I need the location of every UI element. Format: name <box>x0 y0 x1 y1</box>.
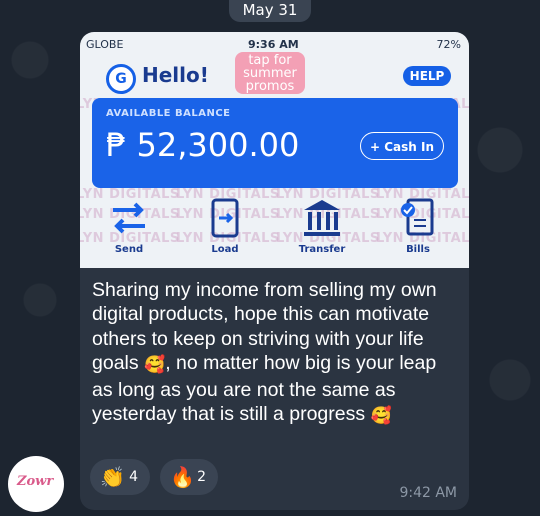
send-icon <box>113 202 145 234</box>
balance-amount: ₱ 52,300.00 <box>106 126 300 164</box>
bills-action: Bills <box>383 196 453 255</box>
balance-label: AVAILABLE BALANCE <box>106 108 231 119</box>
cash-in-button: + Cash In <box>360 132 444 160</box>
send-label: Send <box>114 244 144 255</box>
gcash-logo-icon: G <box>106 64 136 94</box>
message-bubble[interactable]: LYN DIGITALS LYN DIGITALS LYN DIGITALS L… <box>80 32 469 510</box>
date-separator: May 31 <box>229 0 311 22</box>
status-time: 9:36 AM <box>248 38 299 51</box>
bank-icon <box>304 200 340 236</box>
message-timestamp: 9:42 AM <box>399 485 457 501</box>
avatar-logo-text: Zowr <box>17 474 54 489</box>
bills-icon <box>401 198 434 236</box>
reaction-fire[interactable]: 🔥 2 <box>160 459 218 495</box>
transfer-action: Transfer <box>287 196 357 255</box>
help-button: HELP <box>403 66 451 86</box>
sender-avatar[interactable]: Zowr <box>8 456 64 512</box>
transfer-label: Transfer <box>298 244 346 255</box>
load-action: Load <box>190 196 260 255</box>
balance-card: AVAILABLE BALANCE ₱ 52,300.00 + Cash In <box>92 98 458 188</box>
fire-icon: 🔥 <box>170 465 195 489</box>
reaction-count: 2 <box>197 469 206 485</box>
phone-load-icon <box>211 198 239 238</box>
message-text: Sharing my income from selling my own di… <box>92 278 462 428</box>
clapping-hands-icon: 👏 <box>100 465 125 489</box>
reaction-count: 4 <box>129 469 138 485</box>
attached-screenshot[interactable]: LYN DIGITALS LYN DIGITALS LYN DIGITALS L… <box>80 32 469 268</box>
bills-label: Bills <box>406 244 430 255</box>
smiling-hearts-emoji-icon: 🥰 <box>370 406 392 426</box>
battery-level: 72% <box>436 38 461 51</box>
send-action: Send <box>94 196 164 255</box>
load-label: Load <box>211 244 239 255</box>
smiling-hearts-emoji-icon: 🥰 <box>144 355 166 375</box>
phone-status-bar: GLOBE 9:36 AM 72% <box>80 38 469 52</box>
greeting-text: Hello! <box>142 63 209 87</box>
carrier-name: GLOBE <box>86 38 124 51</box>
reaction-clap[interactable]: 👏 4 <box>90 459 150 495</box>
promo-banner: tap for summer promos <box>235 52 305 94</box>
